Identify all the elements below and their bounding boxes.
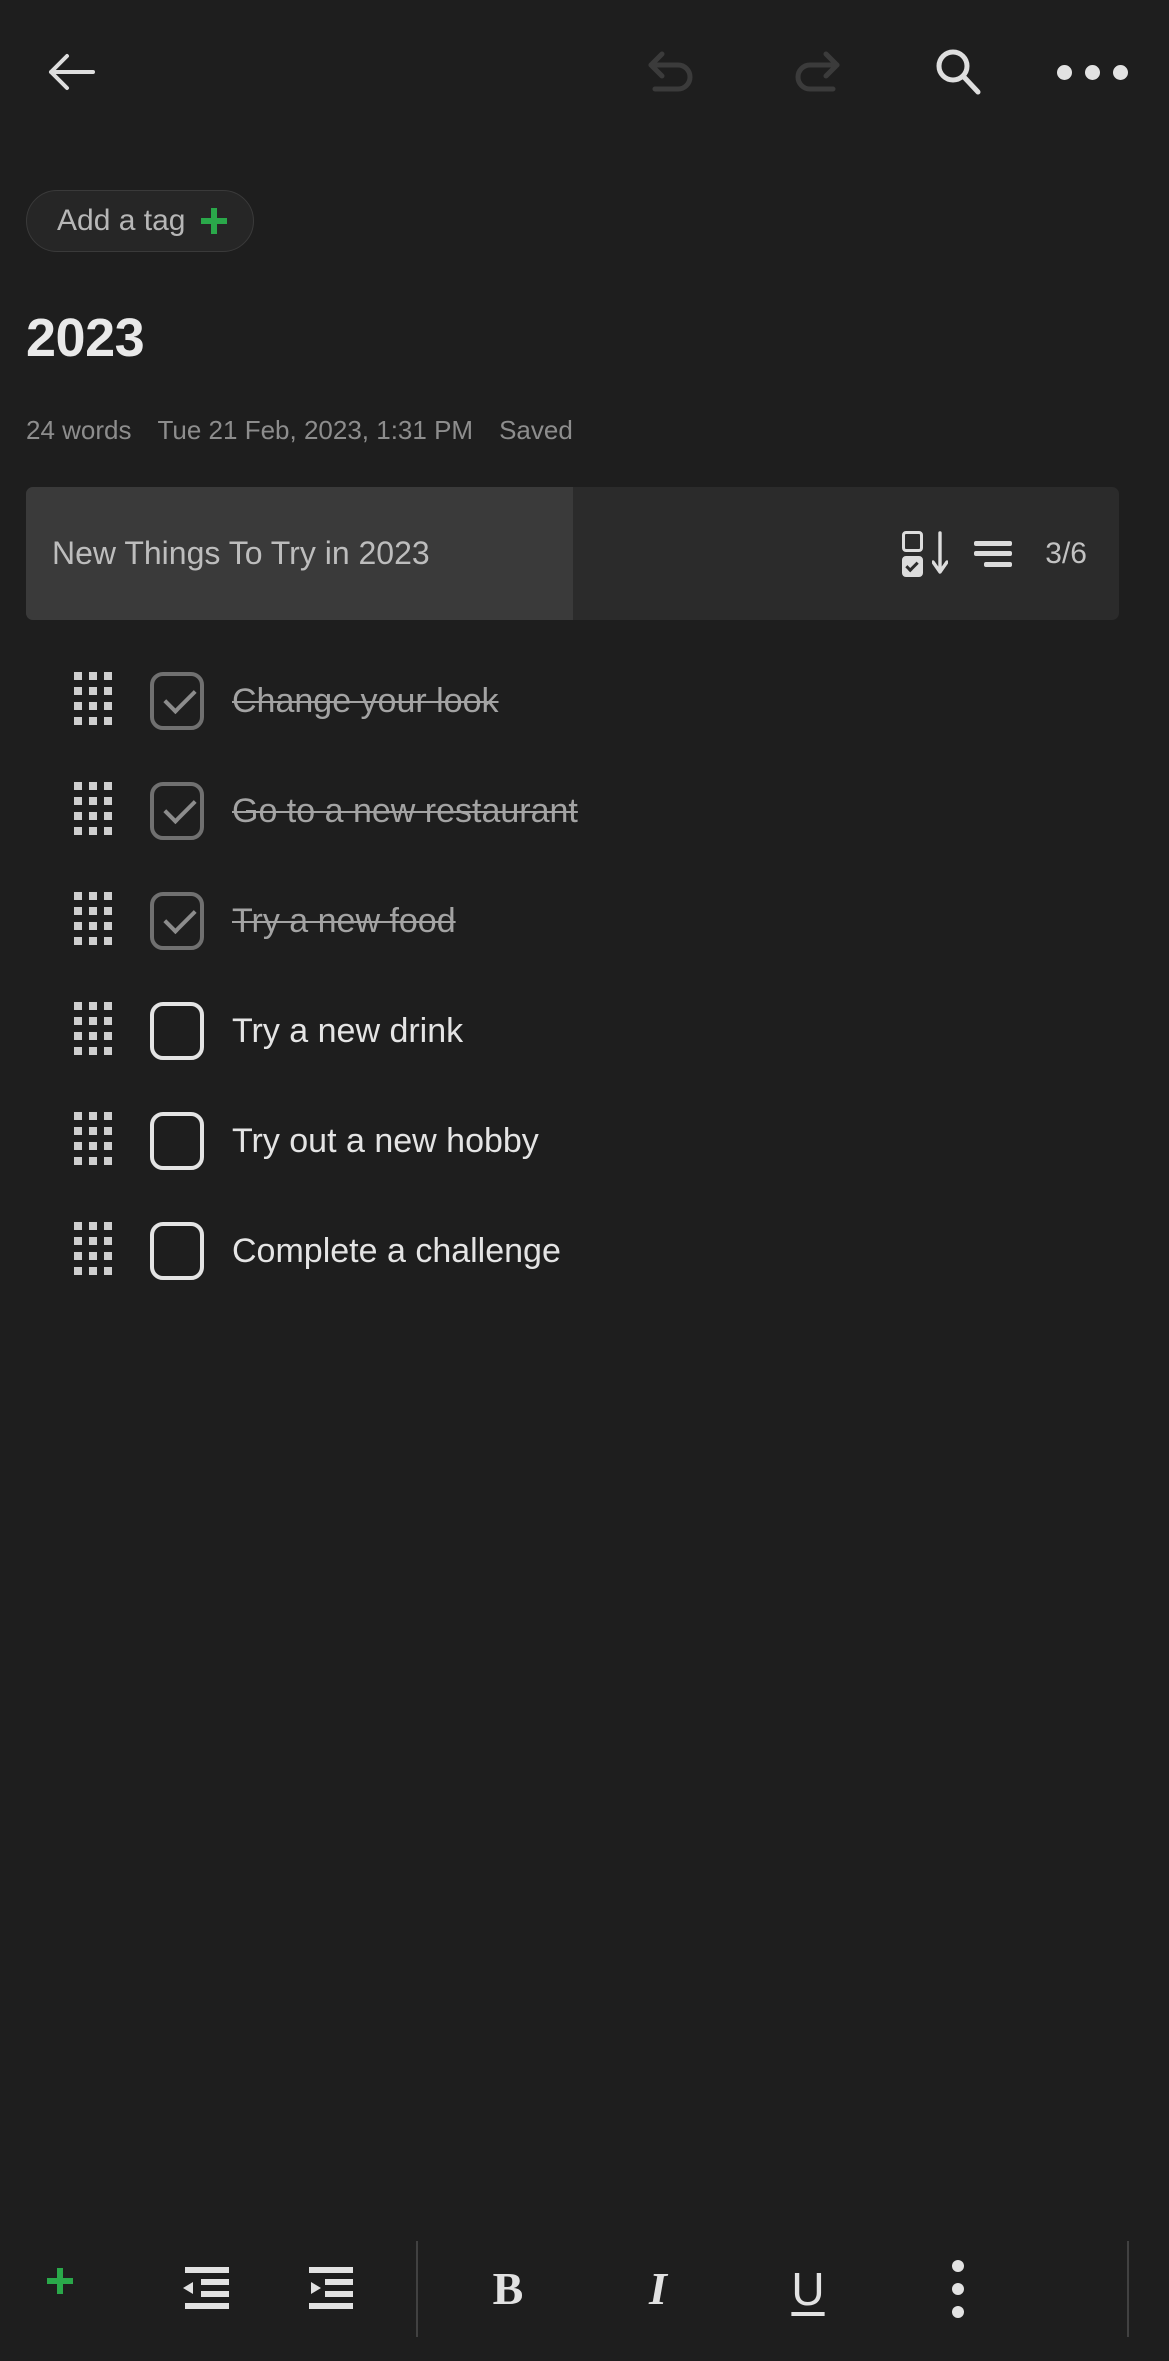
checklist-item[interactable]: Change your look (0, 646, 1169, 756)
add-tag-label: Add a tag (57, 204, 186, 237)
note-title[interactable]: 2023 (26, 307, 145, 369)
checklist-item-label[interactable]: Try out a new hobby (232, 1124, 539, 1158)
text-align-button[interactable] (959, 520, 1027, 588)
checklist-header[interactable]: New Things To Try in 2023 3/6 (26, 487, 1119, 620)
add-tag-button[interactable]: Add a tag (26, 190, 255, 252)
undo-button[interactable] (629, 29, 715, 115)
bold-label: B (492, 2263, 524, 2314)
underline-button[interactable]: U (760, 2241, 856, 2337)
sort-checked-button[interactable] (891, 520, 959, 588)
indent-icon (309, 2267, 353, 2309)
checkbox-unchecked[interactable] (150, 1222, 204, 1280)
checklist-item-label[interactable]: Change your look (232, 684, 499, 718)
checklist-item[interactable]: Try a new food (0, 866, 1169, 976)
checklist-title: New Things To Try in 2023 (52, 535, 430, 571)
more-options-button[interactable] (1049, 29, 1135, 115)
toolbar-divider (416, 2241, 418, 2337)
arrow-left-icon (49, 54, 95, 90)
checklist-items: Change your look Go to a new restaurant Tr… (0, 646, 1169, 1306)
checklist-item[interactable]: Go to a new restaurant (0, 756, 1169, 866)
tag-row: Add a tag (26, 190, 255, 252)
checkbox-unchecked[interactable] (150, 1002, 204, 1060)
italic-label: I (649, 2263, 667, 2314)
sort-checked-icon (902, 530, 949, 577)
toolbar-divider-right (1127, 2241, 1129, 2337)
checklist-item-label[interactable]: Try a new drink (232, 1014, 463, 1048)
undo-icon (648, 51, 693, 92)
checkbox-checked[interactable] (150, 672, 204, 730)
checklist-counter: 3/6 (1045, 536, 1087, 570)
checkbox-checked[interactable] (150, 782, 204, 840)
drag-handle-icon[interactable] (74, 1112, 118, 1170)
checklist-item-label[interactable]: Go to a new restaurant (232, 794, 578, 828)
plus-icon (47, 2268, 89, 2310)
note-timestamp: Tue 21 Feb, 2023, 1:31 PM (157, 415, 474, 445)
bold-button[interactable]: B (460, 2241, 556, 2337)
search-icon (936, 49, 981, 95)
drag-handle-icon[interactable] (74, 782, 118, 840)
save-status: Saved (499, 415, 573, 445)
search-button[interactable] (915, 29, 1001, 115)
ellipsis-vertical-icon (952, 2260, 964, 2318)
checkbox-unchecked[interactable] (150, 1112, 204, 1170)
note-metadata: 24 words Tue 21 Feb, 2023, 1:31 PM Saved (26, 415, 573, 446)
drag-handle-icon[interactable] (74, 1002, 118, 1060)
top-app-bar (0, 0, 1169, 144)
arrow-down-icon (932, 530, 949, 574)
align-right-icon (974, 540, 1013, 567)
checklist-item-label[interactable]: Try a new food (232, 904, 456, 938)
drag-handle-icon[interactable] (74, 892, 118, 950)
ellipsis-horizontal-icon (1056, 64, 1128, 80)
more-formatting-button[interactable] (910, 2241, 1006, 2337)
italic-button[interactable]: I (610, 2241, 706, 2337)
drag-handle-icon[interactable] (74, 672, 118, 730)
back-button[interactable] (28, 29, 114, 115)
checkbox-checked[interactable] (150, 892, 204, 950)
checklist-tools: 3/6 (891, 520, 1095, 588)
drag-handle-icon[interactable] (74, 1222, 118, 1280)
note-editor-screen: Add a tag 2023 24 words Tue 21 Feb, 2023… (0, 0, 1169, 2361)
checklist-item[interactable]: Complete a challenge (0, 1196, 1169, 1306)
checklist-item[interactable]: Try a new drink (0, 976, 1169, 1086)
redo-icon (795, 51, 840, 92)
checklist-item[interactable]: Try out a new hobby (0, 1086, 1169, 1196)
format-toolbar: B I U (0, 2217, 1169, 2361)
outdent-button[interactable] (156, 2241, 252, 2337)
checklist-item-label[interactable]: Complete a challenge (232, 1234, 561, 1268)
insert-button[interactable] (20, 2241, 116, 2337)
underline-label: U (791, 2263, 825, 2315)
indent-button[interactable] (286, 2241, 382, 2337)
plus-icon (201, 208, 228, 234)
outdent-icon (183, 2267, 229, 2309)
redo-button[interactable] (773, 29, 859, 115)
word-count: 24 words (26, 415, 132, 445)
